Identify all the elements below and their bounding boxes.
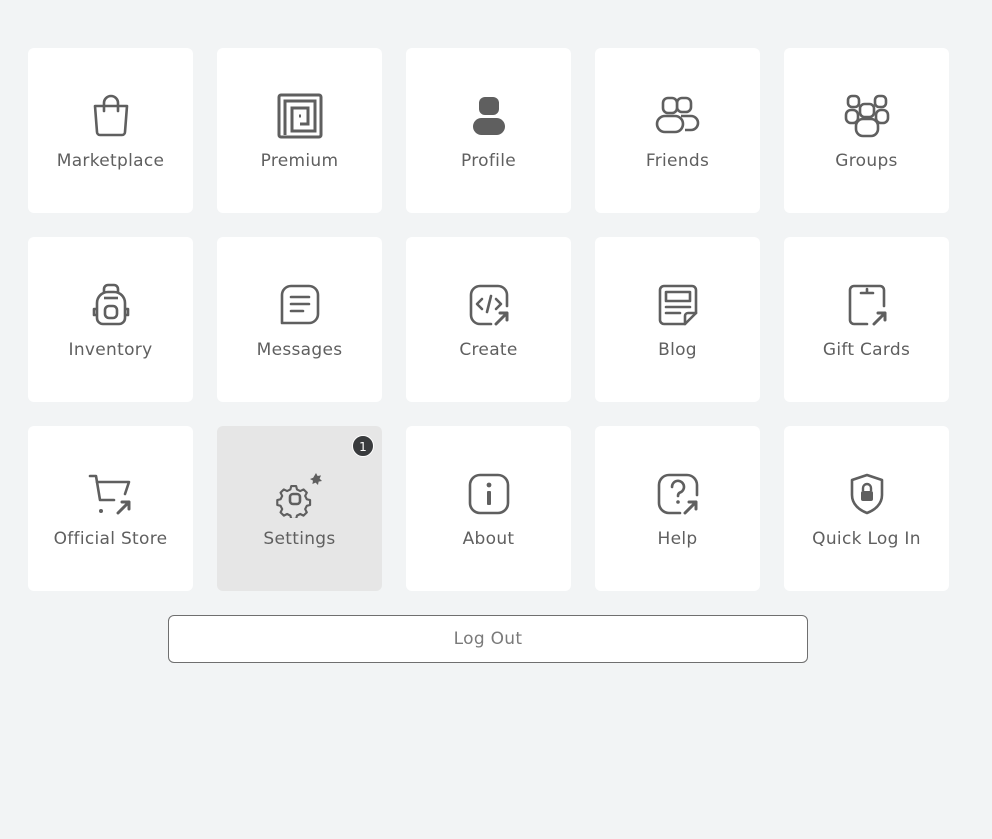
tile-groups[interactable]: Groups [784,48,949,213]
tile-label: Messages [256,340,343,360]
tile-label: Help [657,529,698,549]
tile-label: About [462,529,515,549]
tile-create[interactable]: Create [406,237,571,402]
message-icon [276,281,324,329]
tile-marketplace[interactable]: Marketplace [28,48,193,213]
tile-gift-cards[interactable]: Gift Cards [784,237,949,402]
gift-card-icon [843,281,891,329]
tile-official-store[interactable]: Official Store [28,426,193,591]
shield-lock-icon [843,470,891,518]
tile-about[interactable]: About [406,426,571,591]
tile-friends[interactable]: Friends [595,48,760,213]
tile-inventory[interactable]: Inventory [28,237,193,402]
tile-premium[interactable]: Premium [217,48,382,213]
tile-label: Create [459,340,518,360]
code-external-icon [465,281,513,329]
tile-label: Gift Cards [822,340,911,360]
tile-blog[interactable]: Blog [595,237,760,402]
tile-label: Settings [263,529,336,549]
person-icon [465,92,513,140]
tile-quick-log-in[interactable]: Quick Log In [784,426,949,591]
log-out-button[interactable]: Log Out [168,615,808,663]
tile-profile[interactable]: Profile [406,48,571,213]
tile-label: Profile [461,151,516,171]
tile-label: Marketplace [56,151,165,171]
notification-badge: 1 [352,435,374,457]
tile-label: Friends [645,151,710,171]
friends-icon [654,92,702,140]
blog-icon [654,281,702,329]
tile-label: Official Store [53,529,168,549]
cart-external-icon [87,470,135,518]
backpack-icon [87,281,135,329]
tile-label: Blog [658,340,697,360]
tile-settings[interactable]: 1 Settings [217,426,382,591]
tile-label: Quick Log In [812,529,921,549]
menu-grid: Marketplace Premium Profile Friends Grou… [28,48,949,591]
info-icon [465,470,513,518]
tile-messages[interactable]: Messages [217,237,382,402]
tile-label: Premium [260,151,339,171]
tile-label: Inventory [68,340,153,360]
tile-help[interactable]: Help [595,426,760,591]
gear-icon [275,470,324,518]
premium-icon [276,92,324,140]
shopping-bag-icon [87,92,135,140]
tile-label: Groups [835,151,898,171]
groups-icon [843,92,891,140]
help-external-icon [654,470,702,518]
